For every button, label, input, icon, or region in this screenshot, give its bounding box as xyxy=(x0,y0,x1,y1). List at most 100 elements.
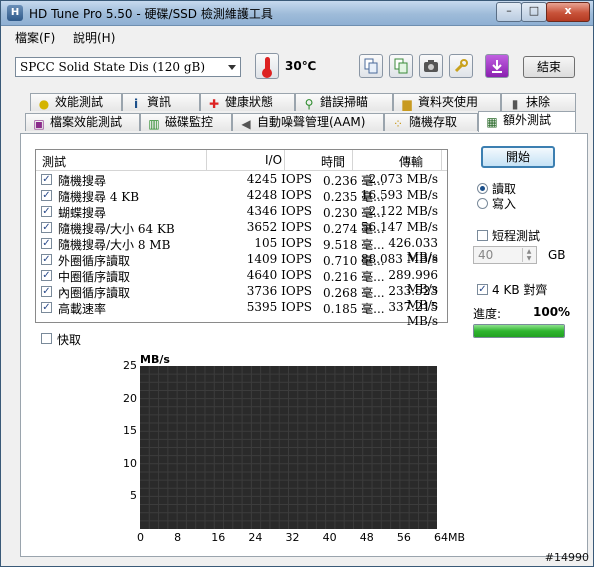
table-row[interactable]: ✓ 隨機搜尋/大小 8 MB 105 IOPS 9.518 毫... 426.033 M… xyxy=(36,236,447,264)
row-checkbox[interactable]: ✓ xyxy=(41,222,52,233)
app-window: H HD Tune Pro 5.50 - 硬碟/SSD 檢測維護工具 – □ x… xyxy=(0,0,594,567)
copy-icon xyxy=(364,58,378,74)
chevron-down-icon xyxy=(228,65,236,70)
copy-text-button[interactable] xyxy=(359,54,383,78)
menu-file[interactable]: 檔案(F) xyxy=(15,29,55,46)
maximize-button[interactable]: □ xyxy=(521,2,547,22)
minimize-button[interactable]: – xyxy=(496,2,522,22)
header-io[interactable]: I/O xyxy=(265,153,282,167)
tab-erase[interactable]: ▮ 抹除 xyxy=(501,93,576,111)
table-row[interactable]: ✓ 隨機搜尋/大小 64 KB 3652 IOPS 0.274 毫... 56.147 … xyxy=(36,220,447,236)
tab-folder-usage[interactable]: ▆ 資料夾使用 xyxy=(393,93,501,111)
read-radio[interactable] xyxy=(477,183,488,194)
header-speed[interactable]: 傳輸 xyxy=(399,153,423,170)
row-checkbox[interactable]: ✓ xyxy=(41,174,52,185)
x-tick-label: 24 xyxy=(248,531,263,544)
x-tick-label: 56 xyxy=(396,531,411,544)
tab-random-access[interactable]: ⁘ 隨機存取 xyxy=(384,113,478,131)
camera-icon xyxy=(424,60,438,72)
row-test-name: 蝴蝶搜尋 xyxy=(58,206,107,220)
row-test-name: 外圈循序讀取 xyxy=(58,254,131,268)
x-tick-label: 8 xyxy=(174,531,182,544)
write-label: 寫入 xyxy=(492,197,517,211)
watermark-text: #14990 xyxy=(544,551,589,564)
copy-all-button[interactable] xyxy=(389,54,413,78)
row-speed: 16.593 MB/s xyxy=(360,188,438,202)
toolbar: SPCC Solid State Dis (120 gB) 30℃ 結束 xyxy=(1,48,593,88)
header-test[interactable]: 測試 xyxy=(42,153,66,170)
table-row[interactable]: ✓ 隨機搜尋 4 KB 4248 IOPS 0.235 毫... 16.593 MB/s xyxy=(36,188,447,204)
table-row[interactable]: ✓ 內圈循序讀取 3736 IOPS 0.268 毫... 233.523 MB/s xyxy=(36,284,447,312)
short-test-label: 短程測試 xyxy=(492,229,541,243)
spin-up-icon[interactable]: ▲ xyxy=(522,248,535,255)
table-row[interactable]: ✓ 中圈循序讀取 4640 IOPS 0.216 毫... 289.996 MB/s xyxy=(36,268,447,296)
tab-disk-monitor[interactable]: ▥ 磁碟監控 xyxy=(140,113,232,131)
exit-button[interactable]: 結束 xyxy=(523,56,575,78)
tab-benchmark[interactable]: ● 效能測試 xyxy=(30,93,122,111)
table-header: 測試 I/O 時間 傳輸 xyxy=(36,150,447,171)
spin-down-icon[interactable]: ▼ xyxy=(522,255,535,262)
file-benchmark-icon: ▣ xyxy=(33,117,45,131)
tab-aam[interactable]: ◀ 自動噪聲管理(AAM) xyxy=(232,113,384,131)
tab-error-scan[interactable]: ⚲ 錯誤掃瞄 xyxy=(295,93,393,111)
menu-help[interactable]: 說明(H) xyxy=(73,29,115,46)
transfer-chart: MB/s 25 20 15 10 5 0 8 16 24 32 40 48 56 64MB xyxy=(107,350,467,546)
table-row[interactable]: ✓ 高載速率 5395 IOPS 0.185 毫... 337.215 MB/s xyxy=(36,300,447,328)
dots-icon: ⁘ xyxy=(392,117,404,131)
row-io: 4640 IOPS xyxy=(246,268,312,282)
wrench-icon xyxy=(454,59,468,73)
row-io: 4346 IOPS xyxy=(246,204,312,218)
options-button[interactable] xyxy=(449,54,473,78)
row-checkbox[interactable]: ✓ xyxy=(41,286,52,297)
chart-grid xyxy=(140,366,437,529)
row-io: 4245 IOPS xyxy=(246,172,312,186)
align-4kb-checkbox[interactable]: ✓ xyxy=(477,284,488,295)
row-io: 3652 IOPS xyxy=(246,220,312,234)
tab-extra-tests[interactable]: ▦ 額外測試 xyxy=(478,111,576,132)
close-button[interactable]: x xyxy=(546,2,590,22)
row-checkbox[interactable]: ✓ xyxy=(41,206,52,217)
row-checkbox[interactable]: ✓ xyxy=(41,238,52,249)
row-test-name: 中圈循序讀取 xyxy=(58,270,131,284)
progress-bar-fill xyxy=(474,325,564,337)
y-tick-label: 15 xyxy=(123,424,137,438)
row-speed: 88.083 MB/s xyxy=(360,252,438,266)
drive-select[interactable]: SPCC Solid State Dis (120 gB) xyxy=(15,57,241,77)
copy-all-icon xyxy=(394,58,408,74)
tab-info[interactable]: i 資訊 xyxy=(122,93,200,111)
folder-icon: ▆ xyxy=(402,97,412,111)
cache-checkbox[interactable] xyxy=(41,333,52,344)
screenshot-button[interactable] xyxy=(419,54,443,78)
title-bar: H HD Tune Pro 5.50 - 硬碟/SSD 檢測維護工具 – □ x xyxy=(1,1,593,26)
x-tick-label: 48 xyxy=(359,531,374,544)
write-radio[interactable] xyxy=(477,198,488,209)
row-checkbox[interactable]: ✓ xyxy=(41,270,52,281)
test-size-stepper[interactable]: 40 ▲ ▼ xyxy=(473,246,537,264)
row-checkbox[interactable]: ✓ xyxy=(41,254,52,265)
table-row[interactable]: ✓ 外圈循序讀取 1409 IOPS 0.710 毫... 88.083 MB/s xyxy=(36,252,447,268)
row-test-name: 隨機搜尋 4 KB xyxy=(58,190,140,204)
tab-file-benchmark[interactable]: ▣ 檔案效能測試 xyxy=(25,113,140,131)
table-row[interactable]: ✓ 蝴蝶搜尋 4346 IOPS 0.230 毫... 2.122 MB/s xyxy=(36,204,447,220)
progress-bar xyxy=(473,324,565,338)
progress-value: 100% xyxy=(533,305,571,319)
x-tick-label: 0 xyxy=(137,531,144,544)
info-icon: i xyxy=(133,97,139,111)
row-test-name: 隨機搜尋 xyxy=(58,174,107,188)
row-test-name: 隨機搜尋/大小 8 MB xyxy=(58,238,171,252)
row-test-name: 高載速率 xyxy=(58,302,107,316)
short-test-checkbox[interactable] xyxy=(477,230,488,241)
tab-health[interactable]: ✚ 健康狀態 xyxy=(200,93,295,111)
row-speed: 2.122 MB/s xyxy=(368,204,438,218)
header-time[interactable]: 時間 xyxy=(321,153,345,170)
table-row[interactable]: ✓ 隨機搜尋 4245 IOPS 0.236 毫... 2.073 MB/s xyxy=(36,172,447,188)
save-button[interactable] xyxy=(485,54,509,78)
cache-label: 快取 xyxy=(57,333,82,347)
start-button[interactable]: 開始 xyxy=(481,146,555,168)
row-checkbox[interactable]: ✓ xyxy=(41,190,52,201)
window-title: HD Tune Pro 5.50 - 硬碟/SSD 檢測維護工具 xyxy=(29,7,273,21)
row-checkbox[interactable]: ✓ xyxy=(41,302,52,313)
temperature-button[interactable] xyxy=(255,53,279,79)
progress-label: 進度: xyxy=(473,307,502,321)
align-4kb-label: 4 KB 對齊 xyxy=(492,283,548,297)
